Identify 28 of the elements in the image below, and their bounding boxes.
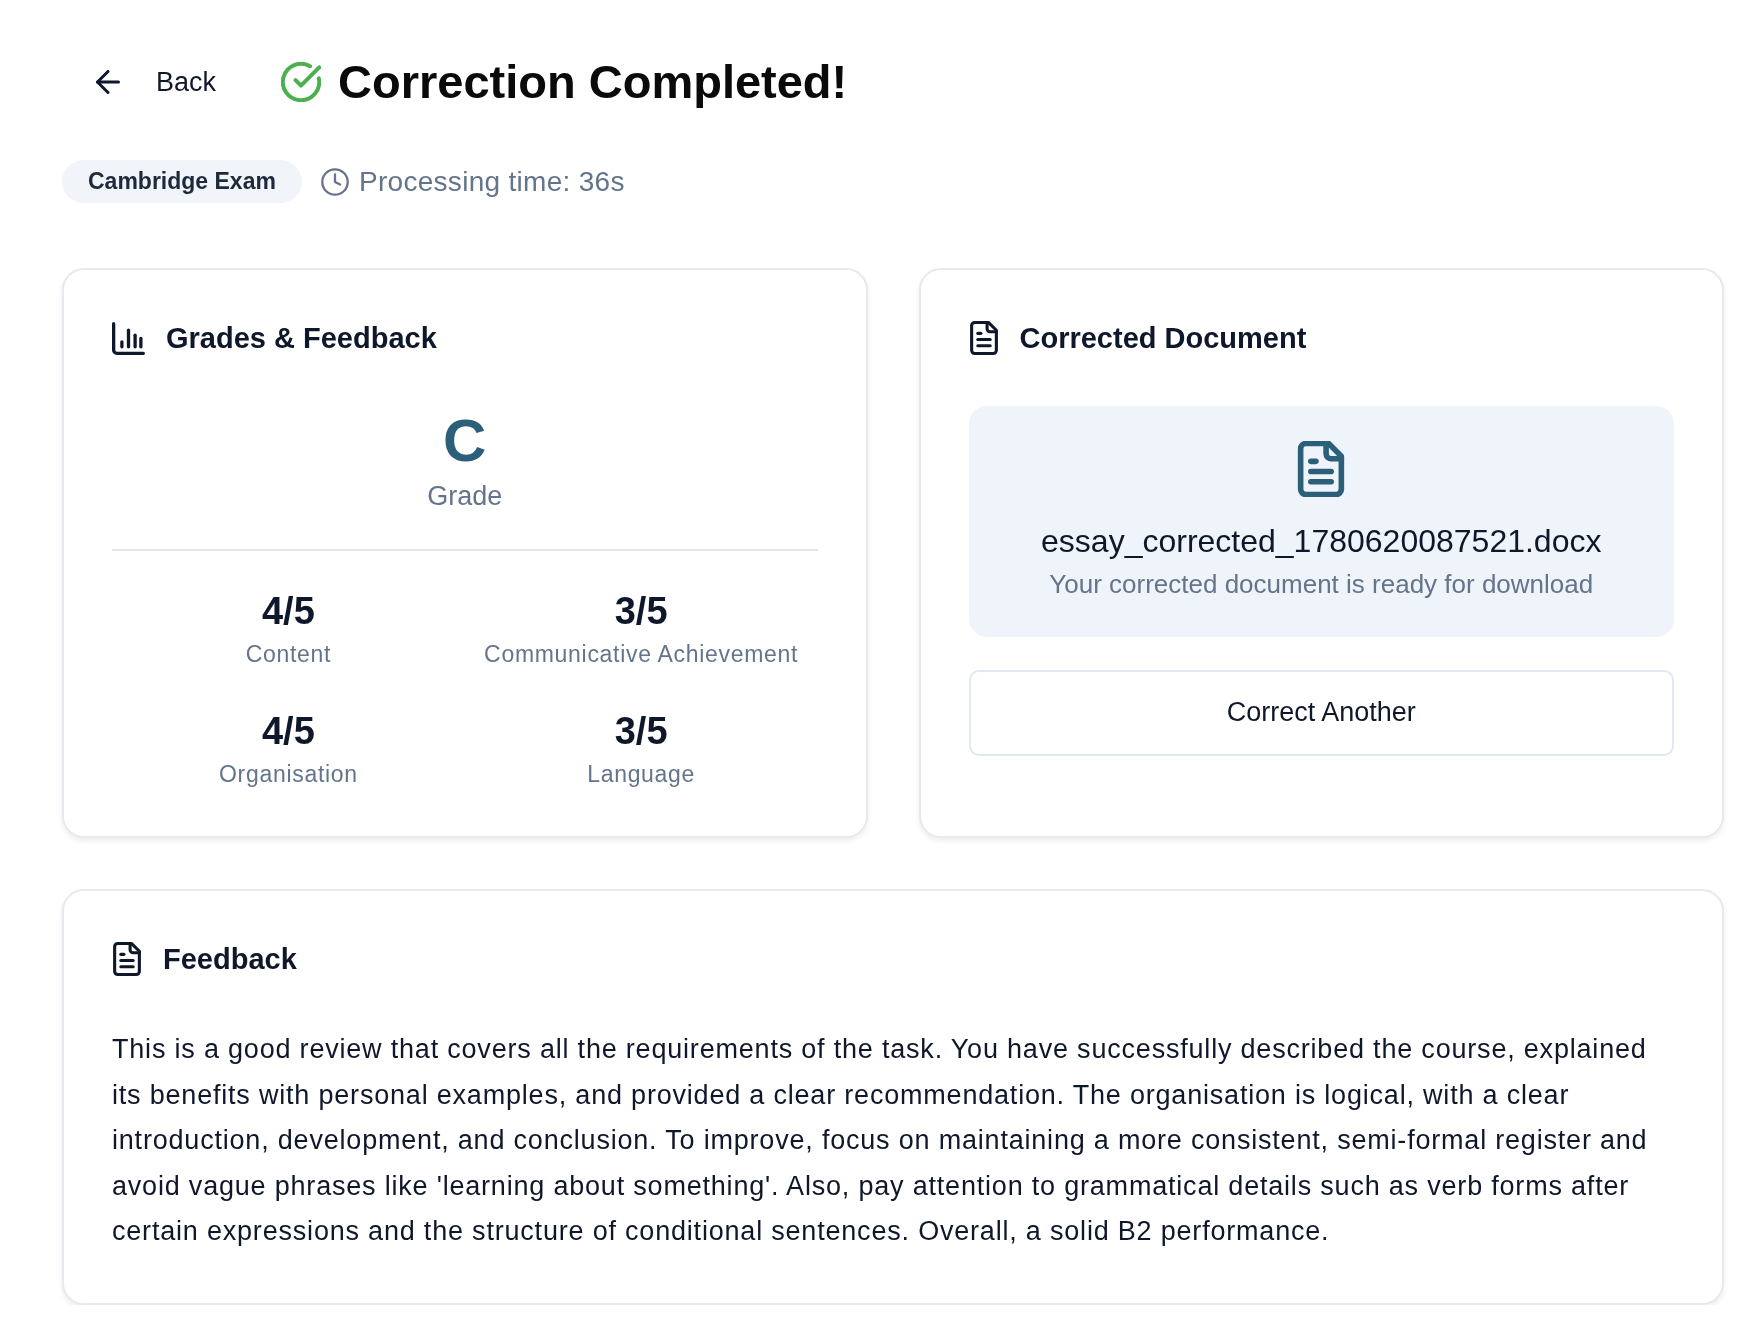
- score-value: 3/5: [614, 591, 668, 634]
- processing-time: Processing time: 36s: [358, 164, 625, 199]
- document-icon: [112, 942, 142, 977]
- file-name: essay_corrected_1780620087521.docx: [1041, 522, 1602, 561]
- score-label: Organisation: [218, 760, 358, 789]
- correct-another-button[interactable]: Correct Another: [968, 669, 1674, 756]
- back-button[interactable]: Back: [78, 57, 235, 107]
- score-value: 4/5: [261, 710, 315, 753]
- document-icon: [968, 321, 999, 355]
- card-title: Grades & Feedback: [166, 321, 437, 356]
- check-circle-icon: [281, 62, 322, 102]
- bar-chart-icon: [112, 321, 145, 355]
- feedback-text: This is a good review that covers all the requirements of the task. You have successfully described the course, explained its benefits with personal examples, and provided a clear recommendation. The organisation is logical, with a clear introduction, development, and conclusion. To improve, focus on maintaining a more consistent, semi-formal register and avoid vague phrases like 'learning about something'. Also, pay attention to grammatical details such as verb forms after certain expressions and the structure of conditional sentences. Overall, a solid B2 performance.: [112, 1033, 1649, 1249]
- download-status: Your corrected document is ready for download: [1049, 569, 1594, 601]
- card-title: Corrected Document: [1019, 321, 1307, 356]
- grade-label: Grade: [427, 481, 503, 511]
- score-value: 4/5: [261, 591, 315, 634]
- grade-letter: C: [443, 407, 487, 474]
- arrow-left-icon: [96, 70, 120, 94]
- score-label: Language: [587, 760, 696, 789]
- score-label: Content: [245, 641, 332, 669]
- clock-icon: [320, 167, 349, 196]
- document-icon: [1297, 441, 1346, 497]
- card-title: Feedback: [163, 942, 297, 978]
- score-value: 3/5: [614, 710, 668, 753]
- exam-tag: Cambridge Exam: [62, 160, 302, 203]
- page-title: Correction Completed!: [338, 56, 848, 108]
- score-label: Communicative Achievement: [484, 641, 799, 669]
